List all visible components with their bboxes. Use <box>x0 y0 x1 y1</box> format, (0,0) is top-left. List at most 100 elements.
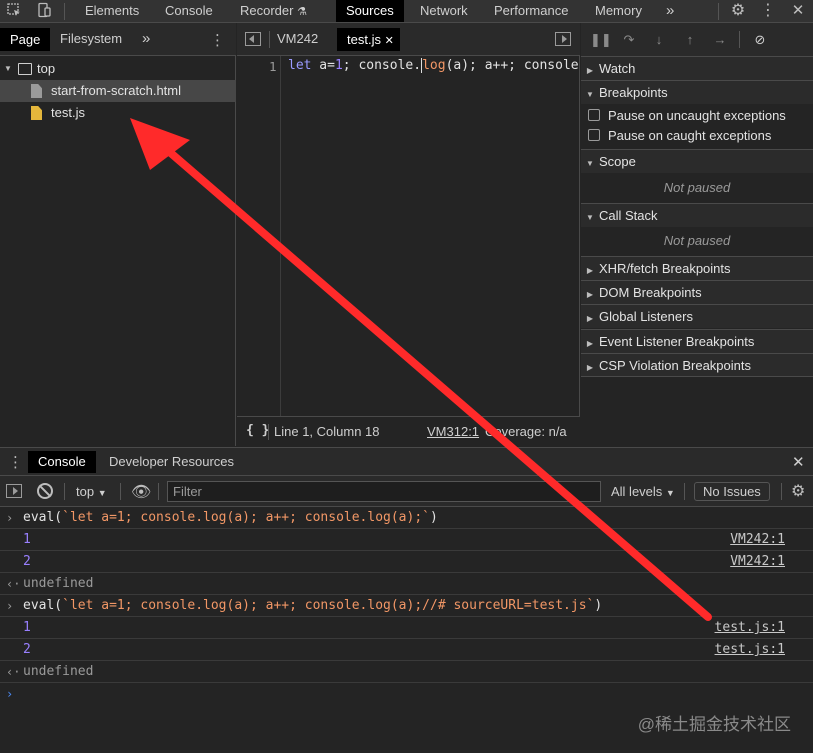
pretty-print-button[interactable]: { } <box>246 423 269 438</box>
filter-input[interactable]: Filter <box>167 481 601 502</box>
flask-icon: ⚗ <box>297 6 307 18</box>
tree-item-js-file[interactable]: test.js <box>0 102 236 124</box>
toggle-navigator-icon[interactable] <box>245 32 261 46</box>
context-label: top <box>76 484 95 499</box>
more-navigator-tabs[interactable]: » <box>132 28 160 50</box>
section-dom-breakpoints[interactable]: ▶ DOM Breakpoints <box>581 280 813 304</box>
console-result-line: ‹· undefined <box>0 573 813 595</box>
tree-item-html-file[interactable]: start-from-scratch.html <box>0 80 236 102</box>
devtools-tabbar: Elements Console Recorder ⚗ Sources Netw… <box>0 0 813 23</box>
close-tab-icon[interactable]: ✕ <box>385 35 394 47</box>
cursor-position: Line 1, Column 18 <box>274 424 380 439</box>
close-icon[interactable]: ✕ <box>788 2 808 20</box>
console-prompt[interactable]: › <box>0 683 813 705</box>
console-output-line: 2 VM242:1 <box>0 551 813 573</box>
section-scope[interactable]: ▼ Scope <box>581 149 813 173</box>
tab-test-js[interactable]: test.js ✕ <box>337 28 400 51</box>
section-watch[interactable]: ▶ Watch <box>581 56 813 80</box>
frame-icon <box>18 63 32 75</box>
device-toolbar-icon[interactable] <box>34 2 54 20</box>
debugger-sidebar: ❚❚ ↷ ↓ ↑ → ⊘ ▶ Watch ▼ Breakpoints Pause o… <box>581 23 813 446</box>
source-link[interactable]: VM312:1 <box>427 424 479 439</box>
tab-network[interactable]: Network <box>410 0 478 22</box>
eval-call: eval( <box>23 598 63 613</box>
source-link[interactable]: test.js:1 <box>715 639 785 661</box>
show-sidebar-icon[interactable] <box>6 484 22 498</box>
tree-item-label: top <box>37 61 56 76</box>
eye-icon[interactable]: 👁 <box>131 482 151 502</box>
more-tabs-button[interactable]: » <box>656 0 684 22</box>
source-link[interactable]: VM242:1 <box>730 551 785 573</box>
editor-tabs: VM242 test.js ✕ <box>237 23 580 56</box>
step-out-icon[interactable]: ↑ <box>681 31 699 49</box>
section-event-listener-breakpoints[interactable]: ▶ Event Listener Breakpoints <box>581 329 813 353</box>
result-arrow-icon: ‹· <box>6 665 21 679</box>
tab-memory[interactable]: Memory <box>585 0 652 22</box>
step-over-icon[interactable]: ↷ <box>620 31 638 49</box>
tab-page[interactable]: Page <box>0 28 51 51</box>
context-selector[interactable]: top ▼ <box>76 484 107 499</box>
tab-developer-resources[interactable]: Developer Resources <box>99 451 244 473</box>
editor-status-bar: { } Line 1, Column 18 VM312:1 Coverage: … <box>237 416 580 446</box>
section-xhr-breakpoints[interactable]: ▶ XHR/fetch Breakpoints <box>581 256 813 280</box>
gear-icon[interactable]: ⚙ <box>728 2 748 20</box>
source-link[interactable]: VM242:1 <box>730 529 785 551</box>
tab-performance[interactable]: Performance <box>484 0 578 22</box>
checkbox[interactable] <box>588 109 600 121</box>
levels-dropdown[interactable]: All levels ▼ <box>611 484 675 499</box>
console-output-line: 1 VM242:1 <box>0 529 813 551</box>
input-prompt-icon: › <box>6 599 14 613</box>
drawer-menu-icon[interactable]: ⋮ <box>8 453 23 471</box>
tab-sources[interactable]: Sources <box>336 0 404 22</box>
expanded-arrow-icon: ▼ <box>586 159 594 168</box>
more-vert-icon[interactable]: ⋮ <box>758 2 778 20</box>
inspect-icon[interactable] <box>4 2 24 20</box>
console-result-line: ‹· undefined <box>0 661 813 683</box>
pause-icon[interactable]: ❚❚ <box>590 31 612 49</box>
code-method: log <box>421 58 446 73</box>
close-drawer-icon[interactable]: ✕ <box>792 453 805 471</box>
tab-console-drawer[interactable]: Console <box>28 451 96 473</box>
tab-console[interactable]: Console <box>155 0 223 22</box>
pause-uncaught-option[interactable]: Pause on uncaught exceptions <box>581 106 813 126</box>
more-vert-icon[interactable]: ⋮ <box>210 31 225 49</box>
checkbox[interactable] <box>588 129 600 141</box>
tab-filesystem[interactable]: Filesystem <box>50 28 132 50</box>
result-value: undefined <box>23 576 94 591</box>
step-icon[interactable]: → <box>711 31 729 49</box>
eval-close: ) <box>594 598 603 613</box>
issues-button[interactable]: No Issues <box>694 482 770 501</box>
tab-elements[interactable]: Elements <box>75 0 149 22</box>
section-call-stack[interactable]: ▼ Call Stack <box>581 203 813 227</box>
code-text: (a); a++; console <box>445 58 579 73</box>
tab-recorder[interactable]: Recorder ⚗ <box>230 0 317 22</box>
section-label: CSP Violation Breakpoints <box>599 358 752 373</box>
tree-item-top[interactable]: ▼ top <box>0 58 236 80</box>
section-label: Call Stack <box>599 208 658 223</box>
toggle-debugger-icon[interactable] <box>555 32 571 46</box>
section-csp-breakpoints[interactable]: ▶ CSP Violation Breakpoints <box>581 353 813 377</box>
code-number: 1 <box>334 58 343 73</box>
tab-label: test.js <box>347 32 381 47</box>
step-into-icon[interactable]: ↓ <box>650 31 668 49</box>
gear-icon[interactable]: ⚙ <box>791 481 805 501</box>
option-label: Pause on caught exceptions <box>608 128 772 143</box>
navigator-tabs: Page Filesystem » ⋮ <box>0 23 236 56</box>
template-string: `let a=1; console.log(a); a++; console.l… <box>62 510 430 525</box>
pause-caught-option[interactable]: Pause on caught exceptions <box>581 126 813 146</box>
result-arrow-icon: ‹· <box>6 577 21 591</box>
line-number: 1 <box>269 59 277 74</box>
code-line[interactable]: let a=1; console.log(a); a++; console <box>288 58 580 73</box>
source-link[interactable]: test.js:1 <box>715 617 785 639</box>
levels-label: All levels <box>611 484 663 499</box>
tab-vm242[interactable]: VM242 <box>267 28 328 50</box>
clear-console-icon[interactable] <box>37 483 53 499</box>
console-output-line: 2 test.js:1 <box>0 639 813 661</box>
deactivate-breakpoints-icon[interactable]: ⊘ <box>751 31 769 49</box>
source-editor: VM242 test.js ✕ 1 let a=1; console.log(a… <box>237 23 580 446</box>
navigator-panel: Page Filesystem » ⋮ ▼ top start-from-scr… <box>0 23 236 446</box>
section-global-listeners[interactable]: ▶ Global Listeners <box>581 304 813 328</box>
section-breakpoints[interactable]: ▼ Breakpoints <box>581 80 813 104</box>
section-label: XHR/fetch Breakpoints <box>599 261 731 276</box>
drawer-tabbar: ⋮ Console Developer Resources ✕ <box>0 447 813 476</box>
